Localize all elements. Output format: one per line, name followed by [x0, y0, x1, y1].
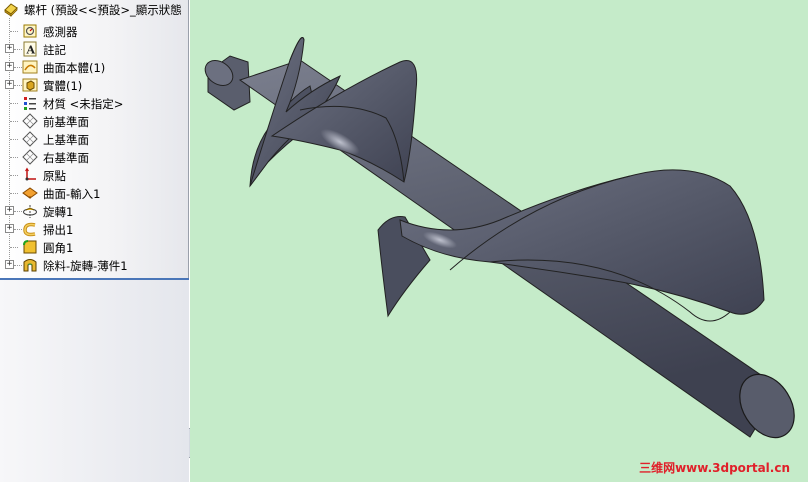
graphics-viewport[interactable]: 三维网www.3dportal.cn — [190, 0, 808, 482]
tree-item-annotations[interactable]: + A 註記 — [0, 40, 189, 58]
expand-toggle[interactable]: + — [5, 224, 14, 233]
tree-root-part[interactable]: 螺杆 (預設<<預設>_顯示狀態 — [0, 0, 189, 18]
expand-toggle[interactable]: + — [5, 62, 14, 71]
tree-item-front-plane[interactable]: 前基準面 — [0, 112, 189, 130]
tree-item-label: 掃出1 — [43, 223, 74, 237]
fillet-icon — [23, 240, 37, 254]
expand-toggle[interactable]: + — [5, 80, 14, 89]
tree-item-cut-revolve-thin[interactable]: + 除料-旋轉-薄件1 — [0, 256, 189, 274]
tree-root-label: 螺杆 (預設<<預設>_顯示狀態 — [24, 3, 182, 17]
tree-item-label: 註記 — [43, 43, 66, 57]
imported-surface-icon — [22, 187, 38, 199]
annotation-icon: A — [23, 41, 37, 57]
part-icon — [4, 3, 18, 17]
feature-manager-tree: 螺杆 (預設<<預設>_顯示狀態 感測器 + A 註記 + 曲面本體(1) + — [0, 0, 189, 482]
tree-item-origin[interactable]: 原點 — [0, 166, 189, 184]
watermark-text: 三维网www.3dportal.cn — [639, 461, 790, 475]
tree-item-solid-bodies[interactable]: + 實體(1) — [0, 76, 189, 94]
tree-item-surface-bodies[interactable]: + 曲面本體(1) — [0, 58, 189, 76]
expand-toggle[interactable]: + — [5, 44, 14, 53]
tree-item-right-plane[interactable]: 右基準面 — [0, 148, 189, 166]
tree-item-fillet[interactable]: 圓角1 — [0, 238, 189, 256]
svg-text:A: A — [26, 44, 36, 57]
tree-item-label: 曲面本體(1) — [43, 61, 106, 75]
tree-item-imported-surface[interactable]: 曲面-輸入1 — [0, 184, 189, 202]
tree-item-label: 原點 — [43, 169, 66, 183]
tree-item-label: 實體(1) — [43, 79, 83, 93]
expand-toggle[interactable]: + — [5, 206, 14, 215]
sensor-icon — [23, 24, 37, 38]
tree-item-material[interactable]: 材質 <未指定> — [0, 94, 189, 112]
shaft-stub — [204, 55, 251, 111]
tree-item-label: 感測器 — [43, 25, 78, 39]
expand-toggle[interactable]: + — [5, 260, 14, 269]
solid-bodies-icon — [22, 78, 38, 92]
tree-item-label: 右基準面 — [43, 151, 89, 165]
tree-item-label: 上基準面 — [43, 133, 89, 147]
auger-screw-model — [204, 37, 795, 439]
tree-item-label: 除料-旋轉-薄件1 — [43, 259, 128, 273]
plane-icon — [22, 113, 38, 129]
origin-icon — [25, 167, 36, 181]
tree-item-label: 前基準面 — [43, 115, 89, 129]
surface-bodies-icon — [22, 60, 38, 74]
property-area — [0, 278, 189, 482]
tree-item-top-plane[interactable]: 上基準面 — [0, 130, 189, 148]
tree-item-sweep[interactable]: + 掃出1 — [0, 220, 189, 238]
tree-item-sensors[interactable]: 感測器 — [0, 22, 189, 40]
plane-icon — [22, 131, 38, 147]
tree-item-revolve[interactable]: + 旋轉1 — [0, 202, 189, 220]
tree-item-label: 曲面-輸入1 — [43, 187, 101, 201]
plane-icon — [22, 149, 38, 165]
cut-revolve-thin-icon — [23, 259, 37, 272]
revolve-icon — [23, 205, 37, 218]
tree-item-label: 旋轉1 — [43, 205, 74, 219]
tree-item-label: 圓角1 — [43, 241, 74, 255]
material-icon — [24, 97, 36, 110]
sweep-icon — [23, 222, 36, 237]
tree-item-label: 材質 <未指定> — [43, 97, 124, 111]
